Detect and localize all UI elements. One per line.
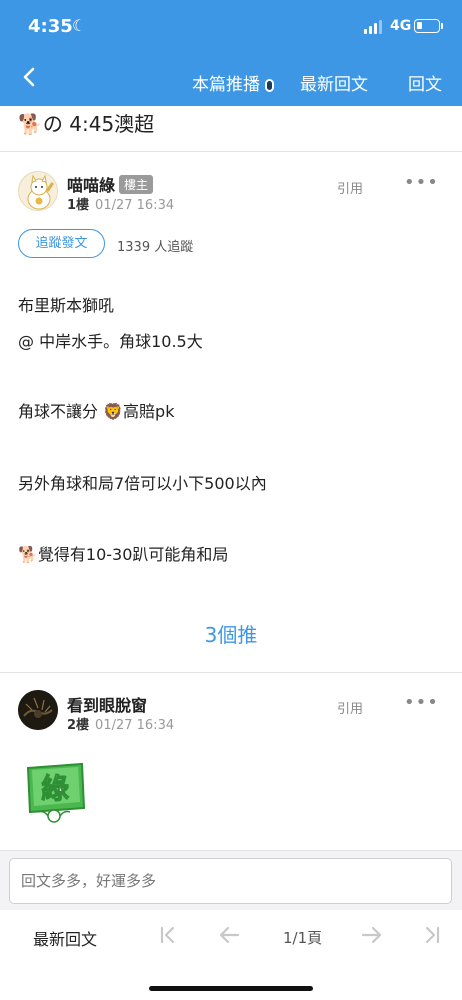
avatar[interactable] — [18, 171, 58, 211]
page-indicator: 1/1頁 — [283, 929, 323, 947]
reply-input[interactable] — [9, 858, 452, 904]
quote-button[interactable]: 引用 — [337, 698, 363, 717]
reply-button[interactable]: 回文 — [408, 70, 442, 95]
first-page-button[interactable] — [158, 924, 178, 951]
latest-reply-button[interactable]: 最新回文 — [300, 70, 368, 95]
sticker-text: 綠 — [41, 772, 69, 805]
push-toggle-icon — [265, 78, 274, 92]
post-body-line: 布里斯本獅吼 — [18, 296, 115, 315]
more-options-button[interactable]: ••• — [404, 692, 439, 713]
post-meta: 1樓 01/27 16:34 — [67, 194, 174, 213]
dark-avatar-icon — [18, 690, 58, 730]
nav-bar: 本篇推播 最新回文 回文 — [0, 56, 462, 106]
op-badge: 樓主 — [119, 175, 154, 194]
signal-icon — [364, 20, 384, 34]
network-type: 4G — [390, 18, 412, 34]
dog-emoji-icon: 🐕 — [18, 545, 38, 564]
post-meta: 2樓 01/27 16:34 — [67, 714, 174, 733]
battery-tip — [441, 23, 443, 29]
follow-post-button[interactable]: 追蹤發文 — [18, 229, 105, 258]
this-post-push-label: 本篇推播 — [192, 75, 260, 95]
status-time: 4:35 — [28, 16, 73, 37]
battery-icon — [414, 19, 440, 33]
thread-title-bar: 🐕の 4:45澳超 — [0, 106, 462, 152]
this-post-push-button[interactable]: 本篇推播 — [192, 70, 274, 95]
lucky-cat-avatar-icon — [19, 172, 57, 210]
last-page-icon — [425, 926, 440, 944]
more-options-button[interactable]: ••• — [404, 172, 439, 193]
back-button[interactable] — [22, 66, 36, 94]
next-page-button[interactable] — [360, 924, 384, 951]
moon-icon: ☾ — [72, 16, 87, 35]
quote-button[interactable]: 引用 — [337, 178, 363, 197]
post-time: 01/27 16:34 — [95, 198, 175, 213]
avatar[interactable] — [18, 690, 58, 730]
first-page-icon — [160, 926, 175, 944]
last-page-button[interactable] — [422, 924, 442, 951]
follow-count: 1339 人追蹤 — [117, 240, 194, 255]
floor-number: 2樓 — [67, 718, 90, 733]
prev-page-button[interactable] — [217, 924, 241, 951]
lion-emoji-icon: 🦁 — [103, 402, 124, 421]
arrow-right-icon — [361, 926, 382, 944]
post-body-line: 另外角球和局7倍可以小下500以內 — [18, 474, 267, 493]
reply-bar — [0, 850, 462, 910]
arrow-left-icon — [219, 926, 240, 944]
post-body-line: 🐕覺得有10-30趴可能角和局 — [18, 545, 229, 564]
post-username[interactable]: 喵喵綠 樓主 — [67, 172, 154, 196]
status-bar: 4:35 ☾ 4G — [0, 0, 462, 50]
floor-number: 1樓 — [67, 198, 90, 213]
post-body-line: @ 中岸水手。角球10.5大 — [18, 332, 203, 351]
latest-reply-link[interactable]: 最新回文 — [33, 926, 97, 950]
app-header: 4:35 ☾ 4G 本篇推播 最新回文 回文 — [0, 0, 462, 106]
post-username[interactable]: 看到眼脫窗 — [67, 692, 147, 716]
push-count[interactable]: 3個推 — [0, 619, 462, 648]
home-indicator — [149, 986, 313, 991]
post-divider — [0, 672, 462, 673]
green-sticker: 綠 — [24, 758, 88, 824]
chevron-left-icon — [23, 67, 35, 87]
thread-title: 🐕の 4:45澳超 — [18, 112, 155, 136]
post-time: 01/27 16:34 — [95, 718, 175, 733]
post-body-line: 角球不讓分 🦁高賠pk — [18, 402, 175, 421]
green-sticker-icon: 綠 — [26, 762, 86, 823]
dog-emoji-icon: 🐕 — [18, 112, 43, 136]
